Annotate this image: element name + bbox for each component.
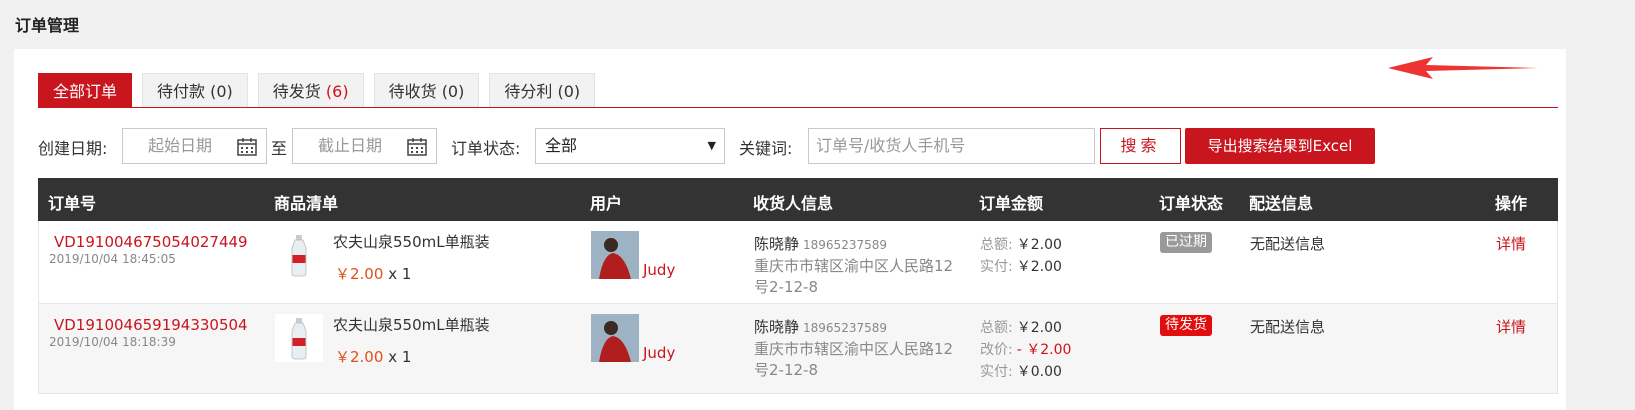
product-name: 农夫山泉550mL单瓶装 — [333, 316, 490, 334]
water-bottle-thumbnail[interactable] — [275, 231, 323, 279]
table-header: 订单号 商品清单 用户 收货人信息 订单金额 订单状态 配送信息 操作 — [38, 178, 1558, 221]
chevron-down-icon: ▼ — [707, 139, 716, 152]
keyword-input[interactable]: 订单号/收货人手机号 — [808, 128, 1095, 164]
calendar-icon[interactable] — [237, 137, 257, 156]
start-date-input[interactable]: 起始日期 — [122, 128, 267, 164]
tab-underline — [38, 107, 1558, 108]
tab-pending-payment[interactable]: 待付款 (0) — [142, 73, 248, 108]
receiver-address: 重庆市市辖区渝中区人民路12号2-12-8 — [754, 340, 954, 379]
order-time: 2019/10/04 18:18:39 — [49, 335, 176, 349]
tab-pending-share[interactable]: 待分利 (0) — [489, 73, 596, 108]
status-badge: 已过期 — [1160, 232, 1212, 253]
user-name: Judy — [643, 261, 676, 279]
order-number[interactable]: VD191004659194330504 — [54, 316, 248, 334]
water-bottle-thumbnail[interactable] — [275, 314, 323, 362]
filter-bar: 创建日期: 起始日期 至 截止日期 订单状态: 全部 ▼ 关键词: 订单号/收货… — [38, 127, 1558, 165]
col-status: 订单状态 — [1159, 194, 1224, 213]
table-row: VD191004659194330504 2019/10/04 18:18:39… — [38, 304, 1558, 394]
user-avatar[interactable] — [591, 314, 639, 362]
order-number[interactable]: VD191004675054027449 — [54, 233, 248, 251]
amount-total: 总额: ￥2.00 — [980, 237, 1062, 253]
product-price: ￥2.00 x 1 — [335, 348, 412, 366]
table-row: VD191004675054027449 2019/10/04 18:45:05… — [38, 221, 1558, 304]
to-label: 至 — [271, 139, 288, 158]
search-button[interactable]: 搜索 — [1100, 128, 1181, 164]
tab-all-orders[interactable]: 全部订单 — [38, 73, 133, 108]
amount-paid: 实付: ￥0.00 — [980, 364, 1062, 380]
order-panel: 全部订单 待付款 (0) 待发货 (6) 待收货 (0) 待分利 (0) 创建日… — [14, 49, 1566, 410]
order-time: 2019/10/04 18:45:05 — [49, 252, 176, 266]
tab-pending-receipt[interactable]: 待收货 (0) — [373, 73, 480, 108]
tab-pending-shipment[interactable]: 待发货 (6) — [257, 73, 364, 108]
export-excel-button[interactable]: 导出搜索结果到Excel — [1185, 128, 1375, 164]
create-date-label: 创建日期: — [38, 139, 108, 158]
amount-total: 总额: ￥2.00 — [980, 320, 1062, 336]
user-avatar[interactable] — [591, 231, 639, 279]
end-date-input[interactable]: 截止日期 — [292, 128, 437, 164]
amount-adjust: 改价: - ￥2.00 — [980, 342, 1072, 358]
orders-table: 订单号 商品清单 用户 收货人信息 订单金额 订单状态 配送信息 操作 VD19… — [38, 178, 1558, 394]
receiver-name: 陈晓静 18965237589 — [754, 318, 887, 336]
receiver-address: 重庆市市辖区渝中区人民路12号2-12-8 — [754, 257, 954, 296]
pointer-arrow-icon — [1388, 57, 1538, 79]
col-order-no: 订单号 — [48, 194, 97, 213]
user-name: Judy — [643, 344, 676, 362]
col-shipping: 配送信息 — [1249, 194, 1314, 213]
col-amount: 订单金额 — [979, 194, 1044, 213]
shipping-info: 无配送信息 — [1250, 235, 1326, 253]
col-products: 商品清单 — [274, 194, 339, 213]
detail-link[interactable]: 详情 — [1496, 233, 1526, 254]
col-receiver: 收货人信息 — [753, 194, 834, 213]
keyword-label: 关键词: — [739, 139, 793, 158]
page-title: 订单管理 — [15, 16, 80, 35]
receiver-name: 陈晓静 18965237589 — [754, 235, 887, 253]
status-badge: 待发货 — [1160, 315, 1212, 336]
amount-paid: 实付: ￥2.00 — [980, 259, 1062, 275]
order-status-label: 订单状态: — [451, 139, 521, 158]
detail-link[interactable]: 详情 — [1496, 316, 1526, 337]
product-name: 农夫山泉550mL单瓶装 — [333, 233, 490, 251]
col-user: 用户 — [590, 194, 623, 213]
shipping-info: 无配送信息 — [1250, 318, 1326, 336]
product-price: ￥2.00 x 1 — [335, 265, 412, 283]
col-action: 操作 — [1495, 194, 1528, 213]
order-status-select[interactable]: 全部 ▼ — [535, 128, 725, 164]
order-tabs: 全部订单 待付款 (0) 待发货 (6) 待收货 (0) 待分利 (0) — [38, 73, 605, 108]
calendar-icon[interactable] — [407, 137, 427, 156]
